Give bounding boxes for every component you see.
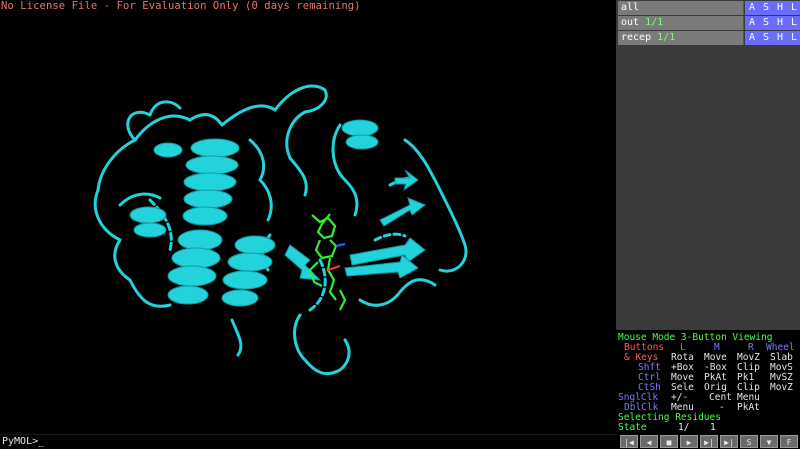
show-button[interactable]: S [759, 16, 773, 30]
molecular-viewport[interactable]: No License File - For Evaluation Only (0… [0, 0, 616, 434]
license-notice: No License File - For Evaluation Only (0… [1, 0, 361, 12]
action-button[interactable]: A [745, 1, 759, 15]
label-button[interactable]: L [787, 31, 800, 45]
show-button[interactable]: S [759, 31, 773, 45]
command-line[interactable]: PyMOL>_ [0, 434, 616, 449]
scene-button[interactable]: S [740, 435, 758, 448]
stop-button[interactable]: ■ [660, 435, 678, 448]
state-count: 1/1 [657, 32, 676, 43]
hide-button[interactable]: H [773, 16, 787, 30]
object-name[interactable]: recep 1/1 [618, 31, 744, 45]
label-button[interactable]: L [787, 16, 800, 30]
step-back-button[interactable]: ◀ [640, 435, 658, 448]
mouse-mode-panel[interactable]: Mouse Mode 3-Button Viewing Buttons L M R Wh… [616, 330, 800, 434]
state-row: State 1/1 [618, 422, 716, 433]
object-name[interactable]: out 1/1 [618, 16, 744, 30]
hide-button[interactable]: H [773, 1, 787, 15]
fullscreen-button[interactable]: F [780, 435, 798, 448]
show-button[interactable]: S [759, 1, 773, 15]
label-button[interactable]: L [787, 1, 800, 15]
object-row-recep[interactable]: recep 1/1 A S H L C [618, 31, 800, 45]
object-row-all[interactable]: all A S H L C [618, 1, 800, 15]
object-row-out[interactable]: out 1/1 A S H L C [618, 16, 800, 30]
action-button[interactable]: A [745, 31, 759, 45]
hide-button[interactable]: H [773, 31, 787, 45]
action-button[interactable]: A [745, 16, 759, 30]
object-name[interactable]: all [618, 1, 744, 15]
protein-cartoon[interactable] [0, 0, 616, 434]
rewind-button[interactable]: |◀ [620, 435, 638, 448]
dropdown-button[interactable]: ▼ [760, 435, 778, 448]
object-panel: all A S H L C out 1/1 A S H L C recep 1/… [616, 0, 800, 449]
play-button[interactable]: ▶ [680, 435, 698, 448]
state-count: 1/1 [645, 17, 664, 28]
step-forward-button[interactable]: ▶| [700, 435, 718, 448]
fast-forward-button[interactable]: ▶| [720, 435, 738, 448]
command-prompt[interactable]: PyMOL>_ [2, 436, 44, 447]
movie-controls: |◀ ◀ ■ ▶ ▶| ▶| S ▼ F [616, 434, 800, 449]
